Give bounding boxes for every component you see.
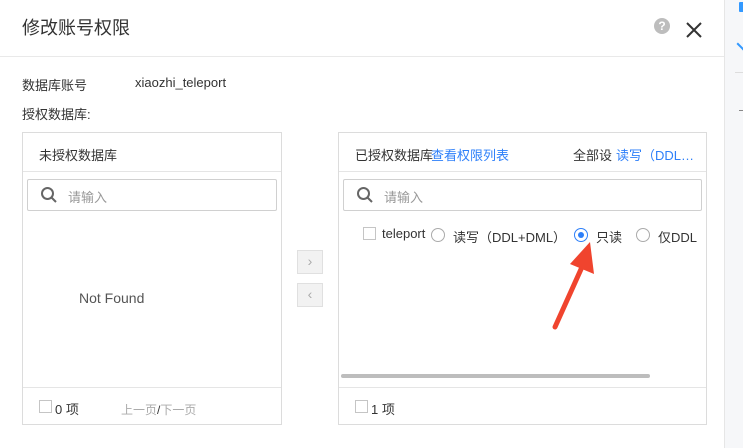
- search-placeholder: 请输入: [384, 190, 424, 205]
- bg-dash-icon: [739, 110, 743, 111]
- panel-title: 已授权数据库: [355, 148, 434, 163]
- authorized-db-panel: 已授权数据库 查看权限列表 全部设 读写（DDL… 请输入 teleport 读…: [338, 132, 707, 425]
- panel-title: 未授权数据库: [39, 148, 118, 163]
- panel-header: 未授权数据库: [23, 133, 281, 172]
- bg-chevron-icon: [736, 38, 743, 52]
- close-icon[interactable]: [684, 20, 704, 40]
- annotation-arrow-icon: [552, 242, 594, 330]
- search-icon: [357, 187, 373, 203]
- unauthorized-db-panel: 未授权数据库 请输入 Not Found 0 项 上一页/下一页: [22, 132, 282, 425]
- db-name: teleport: [382, 226, 426, 241]
- background-window-edge: [724, 0, 743, 448]
- dialog-header: 修改账号权限 ?: [0, 0, 724, 57]
- move-left-button[interactable]: ‹: [297, 283, 323, 307]
- view-permission-list-link[interactable]: 查看权限列表: [431, 145, 509, 164]
- select-all-checkbox[interactable]: [39, 400, 52, 413]
- radio-ddl-only[interactable]: [636, 228, 650, 242]
- item-count: 1 项: [371, 402, 395, 417]
- account-label: 数据库账号: [22, 78, 88, 93]
- item-checkbox[interactable]: [363, 227, 376, 240]
- panel-footer: 0 项 上一页/下一页: [23, 387, 281, 424]
- next-page-link[interactable]: 下一页: [160, 403, 196, 417]
- radio-ddl-only-label: 仅DDL: [658, 230, 698, 245]
- pagination: 上一页/下一页: [121, 401, 196, 418]
- modify-permission-dialog: 修改账号权限 ? 数据库账号 xiaozhi_teleport 授权数据库: 未…: [0, 0, 724, 448]
- select-all-checkbox[interactable]: [355, 400, 368, 413]
- dialog-title: 修改账号权限: [22, 18, 130, 38]
- list-item: teleport 读写（DDL+DML） 只读 仅DDL: [339, 221, 704, 249]
- account-value: xiaozhi_teleport: [135, 75, 227, 90]
- authorized-db-label: 授权数据库:: [22, 107, 91, 122]
- radio-readwrite[interactable]: [431, 228, 445, 242]
- empty-text: Not Found: [79, 290, 145, 306]
- prev-page-link[interactable]: 上一页: [121, 403, 157, 417]
- item-count: 0 项: [55, 402, 79, 417]
- bg-divider: [735, 72, 743, 73]
- panel-header: 已授权数据库 查看权限列表 全部设 读写（DDL…: [339, 133, 706, 172]
- horizontal-scrollbar[interactable]: [341, 374, 650, 378]
- bg-mark-icon: [739, 2, 743, 12]
- left-search-input[interactable]: 请输入: [27, 179, 277, 211]
- set-all-label: 全部设: [573, 148, 613, 163]
- right-search-input[interactable]: 请输入: [343, 179, 702, 211]
- arrow-right-icon: ›: [307, 253, 313, 269]
- search-icon: [41, 187, 57, 203]
- panel-footer: 1 项: [339, 387, 706, 424]
- move-right-button[interactable]: ›: [297, 250, 323, 274]
- search-placeholder: 请输入: [68, 190, 108, 205]
- help-icon[interactable]: ?: [654, 18, 670, 34]
- set-all-option-link[interactable]: 读写（DDL…: [616, 145, 694, 164]
- arrow-left-icon: ‹: [307, 286, 313, 302]
